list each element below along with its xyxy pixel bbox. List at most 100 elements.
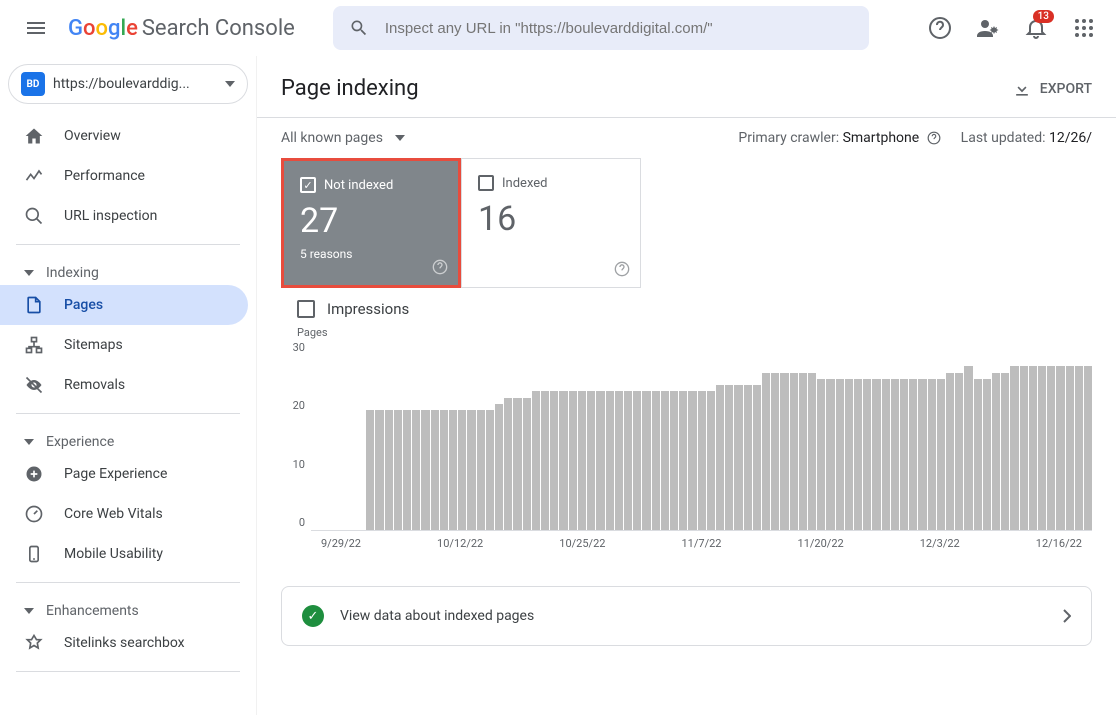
sidebar-item-mobile-usability[interactable]: Mobile Usability xyxy=(0,534,248,574)
pages-chart: Pages 3020100 9/29/2210/12/2210/25/2211/… xyxy=(257,318,1116,550)
chart-bar xyxy=(375,410,383,530)
sidebar-item-label: Performance xyxy=(64,168,145,184)
apps-button[interactable] xyxy=(1064,8,1104,48)
sidebar-item-label: Removals xyxy=(64,377,125,393)
chart-bar xyxy=(624,391,632,530)
url-inspect-input[interactable] xyxy=(385,20,853,37)
help-button[interactable] xyxy=(920,8,960,48)
help-icon[interactable] xyxy=(614,261,630,277)
chart-bar xyxy=(467,410,475,530)
chart-bar xyxy=(1084,366,1092,530)
card-label: Indexed xyxy=(502,176,548,191)
sidebar-item-url-inspection[interactable]: URL inspection xyxy=(0,196,248,236)
property-selector[interactable]: BD https://boulevarddig... xyxy=(8,64,248,104)
section-indexing[interactable]: Indexing xyxy=(0,253,256,285)
home-icon xyxy=(24,126,44,146)
chart-bar xyxy=(431,410,439,530)
sidebar-item-sitelinks-searchbox[interactable]: Sitelinks searchbox xyxy=(0,623,248,663)
magnifier-icon xyxy=(24,206,44,226)
chart-bar xyxy=(661,391,669,530)
check-circle-icon: ✓ xyxy=(302,605,324,627)
divider xyxy=(16,582,240,583)
url-inspect-bar[interactable] xyxy=(333,6,869,50)
sidebar-item-removals[interactable]: Removals xyxy=(0,365,248,405)
apps-grid-icon xyxy=(1074,18,1094,38)
chart-bar xyxy=(477,410,485,530)
user-settings-icon xyxy=(976,16,1000,40)
sidebar-item-label: Sitelinks searchbox xyxy=(64,635,185,651)
filter-label: All known pages xyxy=(281,130,383,146)
chart-bar xyxy=(882,379,890,530)
sidebar-item-performance[interactable]: Performance xyxy=(0,156,248,196)
chart-bar xyxy=(394,410,402,530)
menu-button[interactable] xyxy=(12,4,60,52)
section-experience[interactable]: Experience xyxy=(0,422,256,454)
sidebar-item-overview[interactable]: Overview xyxy=(0,116,248,156)
section-label: Experience xyxy=(46,434,114,450)
chart-bar xyxy=(937,379,945,530)
notifications-button[interactable]: 13 xyxy=(1016,8,1056,48)
divider xyxy=(16,244,240,245)
chart-ylabel: Pages xyxy=(297,326,1092,339)
page-filter[interactable]: All known pages xyxy=(281,130,405,146)
chart-bar xyxy=(532,391,540,530)
card-indexed[interactable]: Indexed 16 xyxy=(461,158,641,288)
export-button[interactable]: EXPORT xyxy=(1012,79,1092,99)
chart-bar xyxy=(900,379,908,530)
chevron-down-icon xyxy=(24,608,34,614)
card-subtitle: 5 reasons xyxy=(300,247,442,261)
chart-line-icon xyxy=(24,166,44,186)
chart-bar xyxy=(863,379,871,530)
chart-bar xyxy=(974,379,982,530)
chart-bar xyxy=(716,385,724,530)
help-icon[interactable] xyxy=(927,131,941,145)
chart-bar xyxy=(854,379,862,530)
page-title: Page indexing xyxy=(281,76,419,101)
card-value: 16 xyxy=(478,199,624,239)
sidebar-item-page-experience[interactable]: Page Experience xyxy=(0,454,248,494)
chart-bar xyxy=(780,373,788,531)
chart-bar xyxy=(1038,366,1046,530)
sidebar-item-sitemaps[interactable]: Sitemaps xyxy=(0,325,248,365)
sidebar-item-label: Mobile Usability xyxy=(64,546,163,562)
divider xyxy=(16,671,240,672)
chart-bar xyxy=(744,385,752,530)
app-name: Search Console xyxy=(142,16,295,41)
chart-bar xyxy=(1010,366,1018,530)
divider xyxy=(16,413,240,414)
chart-bar xyxy=(946,373,954,531)
primary-crawler: Primary crawler: Smartphone xyxy=(738,130,940,146)
notification-badge: 13 xyxy=(1033,10,1054,23)
chart-bar xyxy=(495,404,503,530)
card-not-indexed[interactable]: Not indexed 27 5 reasons xyxy=(281,158,461,288)
chart-bar xyxy=(578,391,586,530)
impressions-toggle[interactable]: Impressions xyxy=(257,288,1116,318)
chart-bar xyxy=(504,398,512,530)
chart-bar xyxy=(421,410,429,530)
sidebar-item-label: Overview xyxy=(64,128,121,144)
chart-bar xyxy=(615,391,623,530)
sidebar-item-core-web-vitals[interactable]: Core Web Vitals xyxy=(0,494,248,534)
chevron-down-icon xyxy=(24,439,34,445)
chart-bar xyxy=(642,391,650,530)
chevron-down-icon xyxy=(225,81,235,87)
chart-bar xyxy=(753,385,761,530)
export-label: EXPORT xyxy=(1040,81,1092,97)
view-indexed-pages-link[interactable]: ✓ View data about indexed pages xyxy=(281,586,1092,646)
sidebar-item-pages[interactable]: Pages xyxy=(0,285,248,325)
mobile-icon xyxy=(24,544,44,564)
chart-bar xyxy=(652,391,660,530)
app-logo[interactable]: Google Search Console xyxy=(68,16,295,41)
checkbox-icon xyxy=(478,175,494,191)
chevron-down-icon xyxy=(24,270,34,276)
card-label: Not indexed xyxy=(324,178,393,193)
chart-bar xyxy=(826,379,834,530)
section-enhancements[interactable]: Enhancements xyxy=(0,591,256,623)
help-icon[interactable] xyxy=(432,259,448,275)
chart-bar xyxy=(762,373,770,531)
sidebar-item-label: URL inspection xyxy=(64,208,157,224)
chart-bar xyxy=(698,391,706,530)
users-button[interactable] xyxy=(968,8,1008,48)
chart-bar xyxy=(928,379,936,530)
searchbox-icon xyxy=(24,633,44,653)
